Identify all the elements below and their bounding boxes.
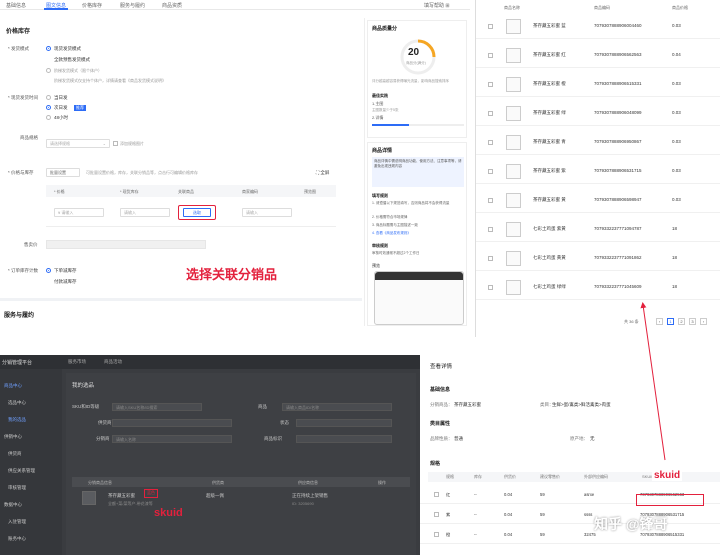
annotation-arrows [640, 302, 666, 461]
arrow-skuid-to-table [640, 302, 666, 461]
watermark: 知乎 @锋哥 [594, 516, 668, 532]
